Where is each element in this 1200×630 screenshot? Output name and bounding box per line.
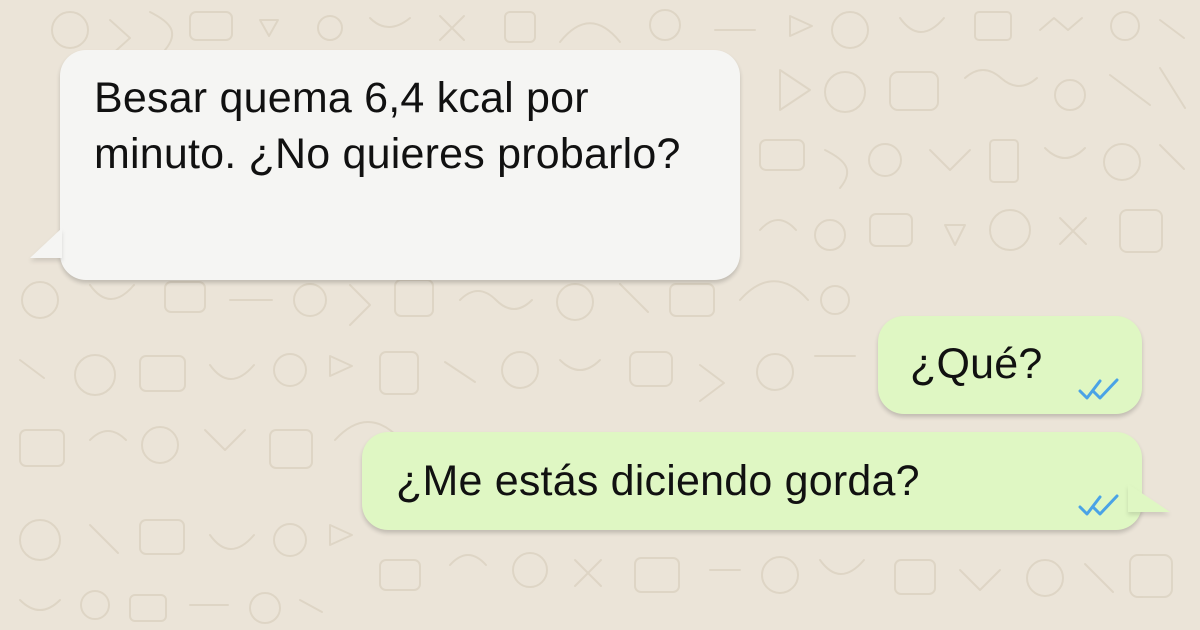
message-text: Besar quema 6,4 kcal por minuto. ¿No qui…	[94, 74, 681, 178]
outgoing-message-bubble[interactable]: ¿Qué?	[878, 316, 1142, 414]
outgoing-bubble-tail	[1128, 484, 1170, 512]
double-check-icon	[1078, 494, 1119, 516]
message-text: ¿Me estás diciendo gorda?	[396, 457, 920, 505]
incoming-bubble-tail	[30, 228, 62, 258]
outgoing-message-bubble[interactable]: ¿Me estás diciendo gorda?	[362, 432, 1142, 530]
double-check-icon	[1078, 378, 1119, 400]
incoming-message-bubble[interactable]: Besar quema 6,4 kcal por minuto. ¿No qui…	[60, 50, 740, 280]
